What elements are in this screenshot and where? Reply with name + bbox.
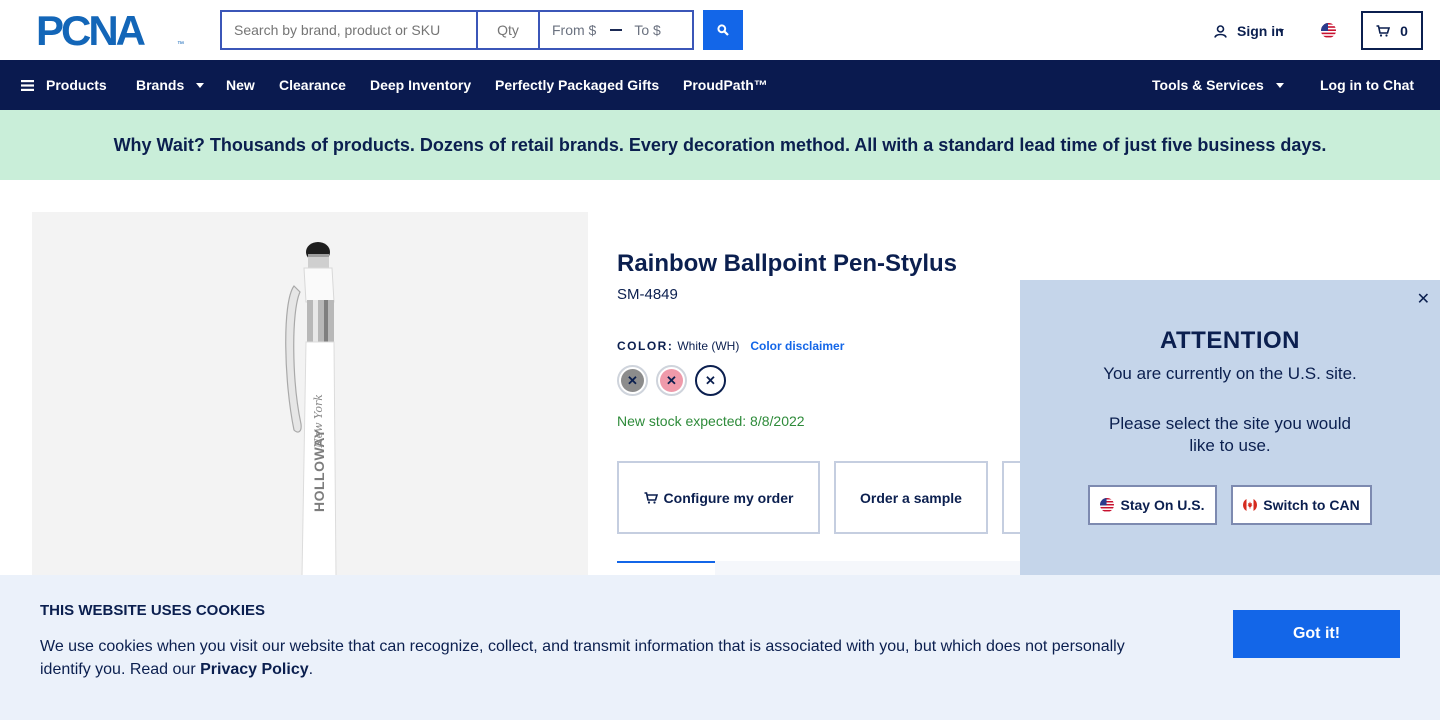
pen-illustration: HOLLOWAY New York	[285, 242, 337, 576]
logo-wordmark: PCNA	[36, 7, 146, 54]
cookie-heading: THIS WEBSITE USES COOKIES	[40, 602, 266, 619]
color-row: COLOR: White (WH) Color disclaimer	[617, 339, 844, 353]
switch-can-button[interactable]: Switch to CAN	[1231, 485, 1372, 525]
unavailable-x-icon: ✕	[699, 369, 722, 392]
search-button[interactable]	[703, 10, 743, 50]
got-it-button[interactable]: Got it!	[1233, 610, 1400, 658]
user-icon	[1214, 24, 1227, 38]
price-to-label: To $	[634, 22, 661, 38]
nav-gifts[interactable]: Perfectly Packaged Gifts	[495, 60, 659, 110]
order-sample-label: Order a sample	[860, 489, 962, 506]
nav-products-label: Products	[46, 77, 107, 93]
qty-input[interactable]	[478, 12, 540, 48]
search-icon	[717, 24, 729, 36]
configure-order-button[interactable]: Configure my order	[617, 461, 820, 534]
nav-tools-label: Tools & Services	[1152, 77, 1264, 93]
nav-brands[interactable]: Brands	[136, 60, 205, 110]
promo-text: Why Wait? Thousands of products. Dozens …	[113, 134, 1327, 155]
color-value: White (WH)	[677, 339, 740, 353]
stay-us-button[interactable]: Stay On U.S.	[1088, 485, 1217, 525]
attention-line1: You are currently on the U.S. site.	[1103, 364, 1357, 383]
cookie-text: We use cookies when you visit our websit…	[40, 635, 1150, 681]
nav-products[interactable]: Products	[21, 60, 107, 110]
search-input[interactable]	[222, 12, 478, 48]
cart-icon	[644, 491, 658, 504]
chevron-down-icon	[196, 82, 205, 88]
nav-new[interactable]: New	[226, 60, 255, 110]
chevron-down-icon	[1275, 82, 1284, 88]
attention-heading: ATTENTION	[1159, 327, 1301, 354]
swatch-white-selected[interactable]: ✕	[695, 365, 726, 396]
nav-proudpath[interactable]: ProudPath™	[683, 60, 768, 110]
privacy-policy-link[interactable]: Privacy Policy	[200, 661, 309, 678]
nav-clearance[interactable]: Clearance	[279, 60, 346, 110]
configure-order-label: Configure my order	[663, 489, 794, 506]
site-selector-popup: ✕ ATTENTION You are currently on the U.S…	[1020, 280, 1440, 576]
unavailable-x-icon: ✕	[621, 369, 644, 392]
cookie-end: .	[308, 661, 314, 678]
top-bar: PCNA ™ From $ To $ Sign in 0	[0, 0, 1440, 60]
product-image[interactable]: HOLLOWAY New York	[32, 212, 588, 576]
switch-can-label: Switch to CAN	[1263, 497, 1360, 513]
nav-deep-inventory[interactable]: Deep Inventory	[370, 60, 471, 110]
price-from-label: From $	[552, 22, 597, 38]
cart-button[interactable]: 0	[1361, 11, 1423, 50]
product-sku: SM-4849	[617, 286, 678, 303]
active-tab-indicator	[617, 561, 715, 563]
main-nav: Products Brands New Clearance Deep Inven…	[0, 60, 1440, 110]
us-flag-icon[interactable]	[1321, 23, 1336, 38]
canada-flag-icon	[1243, 498, 1258, 512]
search-bar: From $ To $	[220, 10, 694, 50]
product-title: Rainbow Ballpoint Pen-Stylus	[617, 250, 958, 277]
order-sample-button[interactable]: Order a sample	[834, 461, 988, 534]
close-icon[interactable]: ✕	[1417, 289, 1430, 309]
color-swatches: ✕ ✕ ✕	[617, 365, 726, 396]
promo-banner: Why Wait? Thousands of products. Dozens …	[0, 110, 1440, 180]
attention-line2: Please select the site you would like to…	[1109, 414, 1351, 455]
logo-trademark: ™	[177, 41, 184, 48]
color-disclaimer-link[interactable]: Color disclaimer	[750, 339, 844, 353]
sign-in-menu[interactable]: Sign in	[1214, 22, 1284, 40]
color-label: COLOR:	[617, 339, 674, 353]
cart-count: 0	[1400, 22, 1408, 39]
cookie-banner: THIS WEBSITE USES COOKIES We use cookies…	[0, 575, 1440, 720]
cart-icon	[1376, 24, 1391, 37]
hamburger-icon	[21, 79, 34, 91]
nav-log-in-chat[interactable]: Log in to Chat	[1320, 60, 1414, 110]
stay-us-label: Stay On U.S.	[1120, 497, 1205, 513]
unavailable-x-icon: ✕	[660, 369, 683, 392]
sign-in-label: Sign in	[1237, 23, 1284, 39]
pen-imprint-script: New York	[312, 394, 325, 449]
range-dash	[610, 29, 623, 31]
pcna-logo[interactable]: PCNA ™	[36, 10, 184, 52]
tab-bar	[715, 561, 1020, 575]
nav-tools-services[interactable]: Tools & Services	[1152, 60, 1284, 110]
stock-message: New stock expected: 8/8/2022	[617, 413, 805, 429]
chevron-down-icon	[1278, 29, 1284, 33]
swatch-pink[interactable]: ✕	[656, 365, 687, 396]
swatch-gray[interactable]: ✕	[617, 365, 648, 396]
nav-brands-label: Brands	[136, 77, 185, 93]
us-flag-icon	[1100, 498, 1115, 512]
price-range[interactable]: From $ To $	[540, 12, 692, 48]
